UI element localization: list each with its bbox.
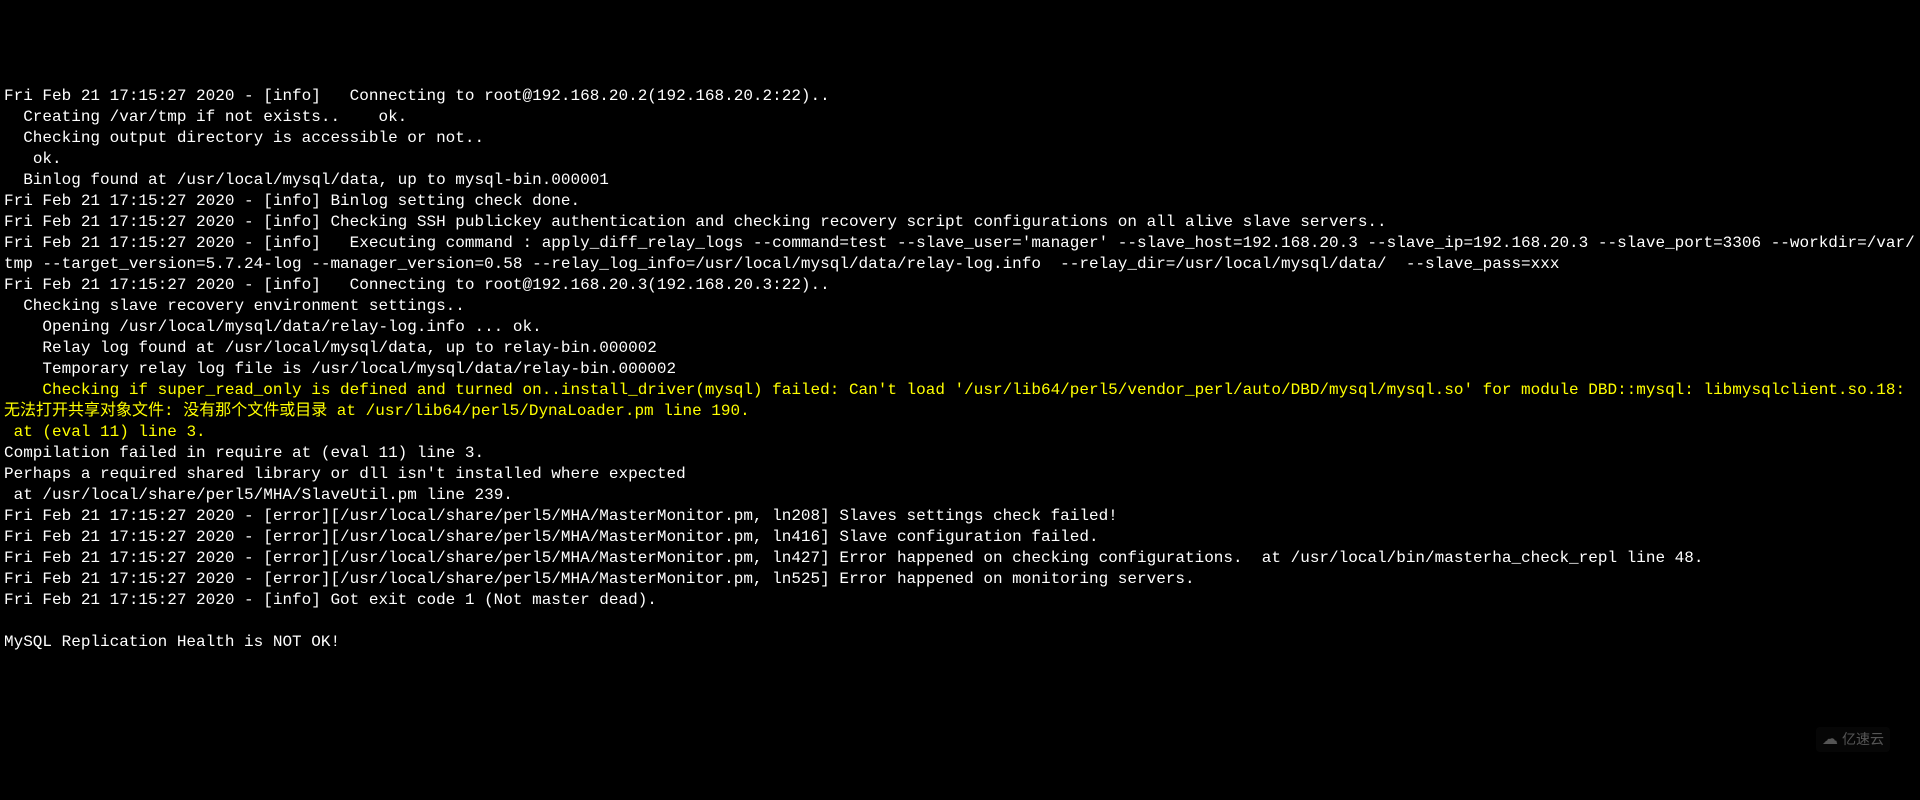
terminal-line-error: Checking if super_read_only is defined a… <box>4 381 1915 441</box>
watermark-text: 亿速云 <box>1842 729 1884 750</box>
terminal-output: Fri Feb 21 17:15:27 2020 - [info] Connec… <box>4 86 1916 653</box>
terminal-line: Compilation failed in require at (eval 1… <box>4 444 1703 651</box>
watermark: ☁ 亿速云 <box>1816 727 1890 752</box>
terminal-line: Fri Feb 21 17:15:27 2020 - [info] Connec… <box>4 87 1915 399</box>
cloud-icon: ☁ <box>1822 729 1838 750</box>
